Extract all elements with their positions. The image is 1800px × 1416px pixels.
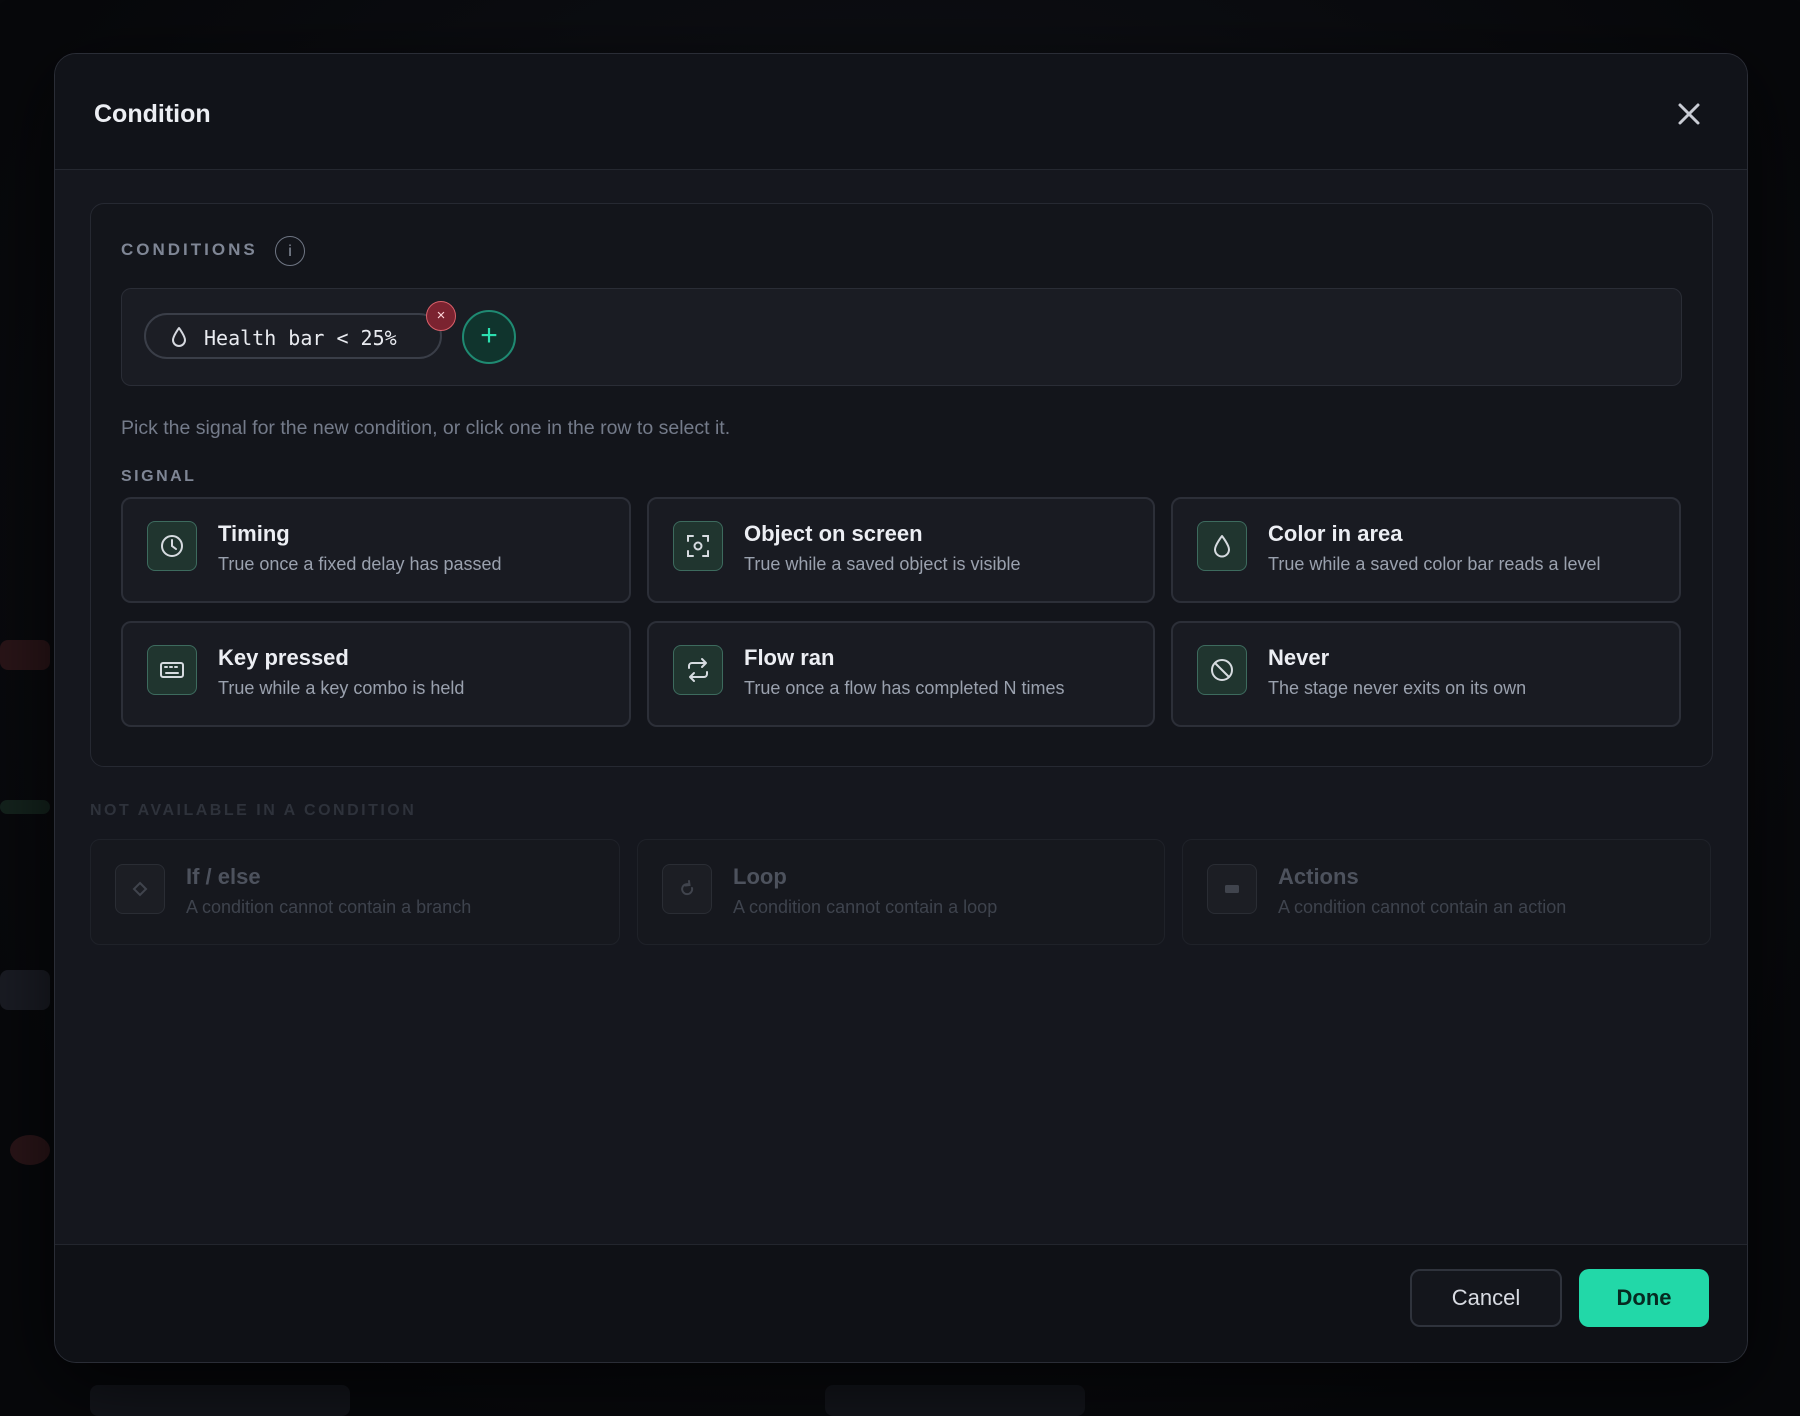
condition-chip-row: Health bar < 25% × + — [121, 288, 1682, 386]
card-desc: A condition cannot contain a branch — [186, 897, 472, 917]
unavailable-card-if-else: If / else A condition cannot contain a b… — [90, 839, 620, 945]
backdrop-shape — [0, 800, 50, 814]
chip-remove-button[interactable]: × — [426, 301, 456, 331]
scan-icon — [673, 521, 723, 571]
add-condition-button[interactable]: + — [462, 310, 516, 364]
card-desc: The stage never exits on its own — [1268, 678, 1527, 698]
drop-icon — [1197, 521, 1247, 571]
conditions-section-label: CONDITIONS — [121, 240, 258, 259]
card-title: Loop — [733, 864, 787, 889]
signal-card-never[interactable]: Never The stage never exits on its own — [1171, 621, 1681, 727]
action-icon — [1207, 864, 1257, 914]
card-title: Color in area — [1268, 521, 1403, 546]
card-desc: True once a fixed delay has passed — [218, 554, 502, 574]
keyboard-icon — [147, 645, 197, 695]
backdrop-shape — [0, 970, 50, 1010]
info-icon[interactable]: i — [275, 236, 305, 266]
modal-footer: Cancel Done — [55, 1244, 1747, 1362]
signal-card-color-in-area[interactable]: Color in area True while a saved color b… — [1171, 497, 1681, 603]
signal-card-timing[interactable]: Timing True once a fixed delay has passe… — [121, 497, 631, 603]
unavailable-card-actions: Actions A condition cannot contain an ac… — [1182, 839, 1711, 945]
ban-icon — [1197, 645, 1247, 695]
card-desc: A condition cannot contain an action — [1278, 897, 1567, 917]
signal-card-flow-ran[interactable]: Flow ran True once a flow has completed … — [647, 621, 1155, 727]
done-button[interactable]: Done — [1579, 1269, 1709, 1327]
card-title: Actions — [1278, 864, 1359, 889]
condition-chip[interactable]: Health bar < 25% — [144, 313, 442, 359]
signal-card-key-pressed[interactable]: Key pressed True while a key combo is he… — [121, 621, 631, 727]
condition-modal: Condition CONDITIONS i Health bar < 25% … — [54, 53, 1748, 1363]
condition-chip-label: Health bar < 25% — [204, 326, 397, 350]
loop-icon — [662, 864, 712, 914]
hint-text: Pick the signal for the new condition, o… — [121, 417, 731, 439]
backdrop-shape — [825, 1385, 1085, 1416]
card-title: Never — [1268, 645, 1330, 670]
clock-icon — [147, 521, 197, 571]
card-desc: True while a saved color bar reads a lev… — [1268, 554, 1601, 574]
card-desc: A condition cannot contain a loop — [733, 897, 998, 917]
modal-title: Condition — [94, 100, 211, 128]
close-button[interactable] — [1671, 96, 1707, 132]
modal-header: Condition — [55, 54, 1747, 170]
unavailable-card-loop: Loop A condition cannot contain a loop — [637, 839, 1165, 945]
card-title: Key pressed — [218, 645, 349, 670]
repeat-icon — [673, 645, 723, 695]
conditions-panel: CONDITIONS i Health bar < 25% × + Pick t… — [90, 203, 1713, 767]
signal-section-label: SIGNAL — [121, 468, 197, 485]
backdrop-shape — [10, 1135, 50, 1165]
diamond-icon — [115, 864, 165, 914]
card-title: Object on screen — [744, 521, 923, 546]
card-desc: True while a saved object is visible — [744, 554, 1021, 574]
card-title: Flow ran — [744, 645, 835, 670]
drop-icon — [172, 327, 186, 347]
close-icon — [1678, 103, 1700, 125]
card-title: If / else — [186, 864, 261, 889]
card-desc: True once a flow has completed N times — [744, 678, 1065, 698]
cancel-button[interactable]: Cancel — [1410, 1269, 1562, 1327]
card-desc: True while a key combo is held — [218, 678, 465, 698]
card-title: Timing — [218, 521, 290, 546]
signal-card-object-on-screen[interactable]: Object on screen True while a saved obje… — [647, 497, 1155, 603]
unavailable-section-label: NOT AVAILABLE IN A CONDITION — [90, 802, 417, 819]
backdrop-shape — [90, 1385, 350, 1416]
backdrop-shape — [0, 640, 50, 670]
